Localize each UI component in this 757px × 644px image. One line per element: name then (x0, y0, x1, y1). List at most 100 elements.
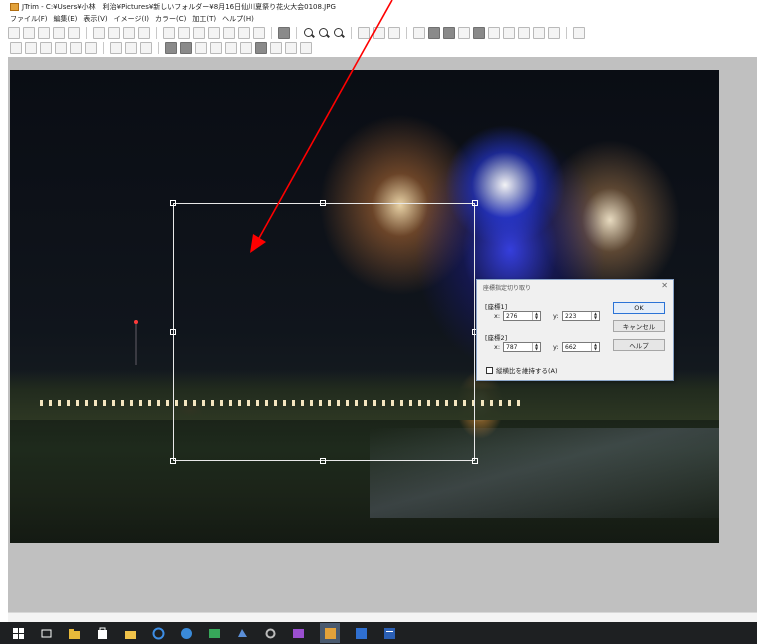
contrast-icon[interactable] (428, 26, 440, 39)
mail-icon[interactable] (180, 627, 193, 640)
x1-spinner-icon[interactable]: ▲ ▼ (532, 312, 540, 320)
print-icon[interactable] (53, 26, 65, 39)
preview-icon[interactable] (68, 26, 80, 39)
blur-icon[interactable] (180, 41, 192, 54)
file-explorer-icon[interactable] (68, 627, 81, 640)
close-icon[interactable]: ✕ (661, 281, 668, 290)
noise-icon[interactable] (195, 41, 207, 54)
grayscale-icon[interactable] (458, 26, 470, 39)
selection-handle-bottom-left[interactable] (170, 458, 176, 464)
settings-icon[interactable] (264, 627, 277, 640)
cancel-button[interactable]: キャンセル (613, 320, 665, 332)
rotate-right-icon[interactable] (125, 41, 137, 54)
zoom-in-icon[interactable] (303, 27, 315, 39)
jtrim-icon[interactable] (320, 623, 340, 643)
pen-icon[interactable] (573, 26, 585, 39)
y1-spinner-icon[interactable]: ▲ ▼ (591, 312, 599, 320)
emboss-icon[interactable] (225, 41, 237, 54)
toolbar-separator (296, 26, 297, 39)
resize-icon[interactable] (140, 41, 152, 54)
selection-handle-top-right[interactable] (472, 200, 478, 206)
help-button[interactable]: ヘルプ (613, 339, 665, 351)
gamma-icon[interactable] (488, 26, 500, 39)
rotate-left-icon[interactable] (110, 41, 122, 54)
crop-coordinates-dialog: 座標指定切り取り ✕ [座標1] x: 276 ▲ ▼ y: 223 ▲ ▼ [座標… (476, 279, 674, 381)
dither-icon[interactable] (210, 41, 222, 54)
fill-icon[interactable] (285, 41, 297, 54)
rotate-icon[interactable] (373, 26, 385, 39)
flip-v-icon[interactable] (55, 41, 67, 54)
selection-handle-bottom[interactable] (320, 458, 326, 464)
redo-icon[interactable] (178, 26, 190, 39)
copy-icon[interactable] (93, 26, 105, 39)
crop-icon[interactable] (358, 26, 370, 39)
menu-edit[interactable]: 編集(E) (54, 14, 78, 24)
selection-handle-top-left[interactable] (170, 200, 176, 206)
sharpen-icon[interactable] (548, 26, 560, 39)
frame-icon[interactable] (253, 26, 265, 39)
menu-file[interactable]: ファイル(F) (10, 14, 48, 24)
ok-button[interactable]: OK (613, 302, 665, 314)
undo-icon[interactable] (163, 26, 175, 39)
menu-color[interactable]: カラー(C) (155, 14, 186, 24)
menu-process[interactable]: 加工(T) (192, 14, 216, 24)
selection-handle-left[interactable] (170, 329, 176, 335)
color-balance-icon[interactable] (443, 26, 455, 39)
toolbar-separator (86, 26, 87, 39)
selection-handle-bottom-right[interactable] (472, 458, 478, 464)
zoom-out-icon[interactable] (318, 27, 330, 39)
folder-icon[interactable] (124, 627, 137, 640)
zoom-actual-icon[interactable] (333, 27, 345, 39)
task-view-icon[interactable] (40, 627, 53, 640)
menu-view[interactable]: 表示(V) (83, 14, 107, 24)
move-icon[interactable] (70, 41, 82, 54)
text-icon[interactable] (208, 26, 220, 39)
store-icon[interactable] (96, 627, 109, 640)
selection-rectangle[interactable] (170, 200, 478, 464)
toolbar-separator (271, 26, 272, 39)
send-icon[interactable] (138, 26, 150, 39)
gallery-icon[interactable] (292, 627, 305, 640)
circle-icon[interactable] (300, 41, 312, 54)
edge-icon[interactable] (152, 627, 165, 640)
photos-icon[interactable] (208, 627, 221, 640)
media-icon[interactable] (355, 627, 368, 640)
grid-icon[interactable] (238, 26, 250, 39)
soften-icon[interactable] (533, 26, 545, 39)
negative-icon[interactable] (503, 26, 515, 39)
draw-line-icon[interactable] (270, 41, 282, 54)
image-icon[interactable] (85, 41, 97, 54)
mosaic-icon[interactable] (518, 26, 530, 39)
x2-spinner-icon[interactable]: ▲ ▼ (532, 343, 540, 351)
border-icon[interactable] (165, 41, 177, 54)
selection-handle-top[interactable] (320, 200, 326, 206)
x1-field[interactable]: 276 ▲ ▼ (503, 311, 541, 321)
cut-select-icon[interactable] (25, 41, 37, 54)
word-icon[interactable] (383, 627, 396, 640)
flip-h-icon[interactable] (40, 41, 52, 54)
menu-help[interactable]: ヘルプ(H) (222, 14, 254, 24)
paste-icon[interactable] (108, 26, 120, 39)
open-icon[interactable] (23, 26, 35, 39)
new-icon[interactable] (8, 26, 20, 39)
color-box-icon[interactable] (278, 26, 290, 39)
sepia-icon[interactable] (473, 26, 485, 39)
menu-image[interactable]: イメージ(I) (114, 14, 149, 24)
save-icon[interactable] (38, 26, 50, 39)
y1-field[interactable]: 223 ▲ ▼ (562, 311, 600, 321)
brightness-icon[interactable] (413, 26, 425, 39)
stamp-icon[interactable] (223, 26, 235, 39)
wave-icon[interactable] (240, 41, 252, 54)
windows-start-icon[interactable] (12, 627, 25, 640)
x2-field[interactable]: 787 ▲ ▼ (503, 342, 541, 352)
paste-new-icon[interactable] (123, 26, 135, 39)
keep-ratio-checkbox[interactable] (486, 366, 493, 374)
y2-field[interactable]: 662 ▲ ▼ (562, 342, 600, 352)
fit-window-icon[interactable] (193, 26, 205, 39)
weather-icon[interactable] (236, 627, 249, 640)
rect-select-icon[interactable] (10, 41, 22, 54)
y2-spinner-icon[interactable]: ▲ ▼ (591, 343, 599, 351)
stretch-icon[interactable] (255, 41, 267, 54)
keep-ratio-option[interactable]: 縦横比を維持する(A) (486, 365, 558, 375)
flip-icon[interactable] (388, 26, 400, 39)
